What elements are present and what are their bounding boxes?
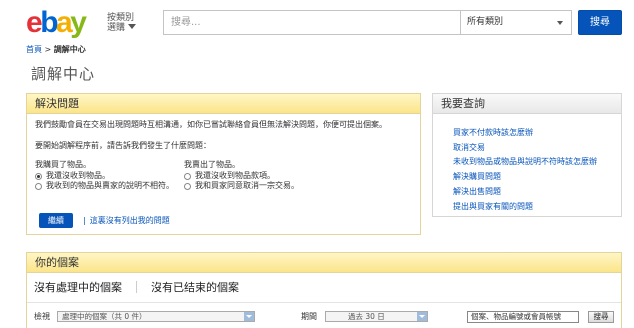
radio-option-item-not-received[interactable]: 我還沒收到物品。 [35,171,174,181]
page-title: 調解中心 [31,65,96,83]
buyer-group-title: 我購買了物品。 [35,160,91,169]
category-button-line1: 按類別 [107,13,135,23]
search-category-value: 所有類別 [467,17,504,27]
radio-option-not-as-described[interactable]: 我收到的物品與賣家的說明不相符。 [35,181,174,191]
view-label: 檢視 [34,312,50,321]
query-link-buyer-issue[interactable]: 提出與買家有關的問題 [453,200,597,215]
search-input[interactable] [163,10,460,35]
logo-letter-e: e [26,6,43,39]
view-dropdown-value: 處理中的個案（共 0 件） [62,312,147,321]
seller-group-title: 我賣出了物品。 [184,160,240,169]
tabs-underline [27,302,621,303]
problem-not-listed-link-wrap: | 這裏沒有列出我的問題 [83,215,170,226]
period-dropdown[interactable]: 過去 30 日 [325,311,428,322]
ebay-logo[interactable]: ebay [26,6,104,40]
query-link-buying-problems[interactable]: 解決購買問題 [453,170,597,185]
resolve-problem-panel: 解決問題 我們鼓勵會員在交易出現問題時互相溝通，如你已嘗試聯絡會員但無法解決問題… [26,93,421,235]
query-link-item-not-received[interactable]: 未收到物品或物品與說明不符時該怎麼辦 [453,155,597,170]
dropdown-arrow-icon [417,312,427,321]
radio-label: 我還沒收到物品。 [46,171,110,180]
query-panel-title: 我要查詢 [433,94,621,114]
search-button[interactable]: 搜尋 [578,10,622,35]
search-category-select[interactable]: 所有類別 [460,10,572,35]
query-link-cancel-transaction[interactable]: 取消交易 [453,141,597,156]
radio-label: 我還沒收到物品款項。 [195,171,275,180]
radio-label: 我和買家同意取消一宗交易。 [195,181,299,190]
view-dropdown[interactable]: 處理中的個案（共 0 件） [57,311,255,322]
dropdown-arrow-icon [244,312,254,321]
period-dropdown-value: 過去 30 日 [348,312,385,321]
resolve-intro-text: 我們鼓勵會員在交易出現問題時互相溝通，如你已嘗試聯絡會員但無法解決問題，你便可提… [35,120,387,129]
case-search-button[interactable]: 搜尋 [588,311,614,323]
link-separator: | [83,216,86,225]
radio-button[interactable] [184,182,191,190]
resolve-panel-title: 解決問題 [27,94,420,114]
period-label: 期間 [301,312,317,321]
your-cases-panel: 你的個案 沒有處理中的個案 沒有已结束的個案 檢視 處理中的個案（共 0 件） 期… [26,252,622,328]
case-search-input[interactable]: 個案、物品編號或會員帳號 [467,311,579,323]
query-link-unpaid-item[interactable]: 買家不付款時該怎麼辦 [453,126,597,141]
dropdown-caret-icon [557,21,563,25]
radio-option-cancel-transaction[interactable]: 我和買家同意取消一宗交易。 [184,181,299,191]
tab-open-cases[interactable]: 沒有處理中的個案 [34,281,122,294]
logo-letter-a: a [56,6,73,39]
logo-letter-b: b [40,6,58,39]
query-link-selling-problems[interactable]: 解決出售問題 [453,185,597,200]
query-link-list: 買家不付款時該怎麼辦 取消交易 未收到物品或物品與說明不符時該怎麼辦 解決購買問… [453,126,597,214]
seller-options-group: 我賣出了物品。 我還沒收到物品款項。 我和買家同意取消一宗交易。 [184,160,299,191]
chevron-down-icon [128,24,136,29]
radio-button[interactable] [35,182,42,190]
shop-by-category-button[interactable]: 按類別 選購 [107,13,137,33]
radio-button-selected[interactable] [35,172,42,180]
resolve-prompt-text: 要開始調解程序前，請告訴我們發生了什麼問題： [35,141,211,150]
radio-label: 我收到的物品與賣家的說明不相符。 [46,181,174,190]
breadcrumb-home[interactable]: 首頁 [26,45,42,54]
continue-button[interactable]: 繼續 [39,213,73,228]
breadcrumb-current: 調解中心 [53,45,86,54]
tab-closed-cases[interactable]: 沒有已结束的個案 [151,281,239,294]
tab-divider [136,281,137,293]
problem-not-listed-link[interactable]: 這裏沒有列出我的問題 [90,216,170,225]
help-query-panel: 我要查詢 買家不付款時該怎麼辦 取消交易 未收到物品或物品與說明不符時該怎麼辦 … [432,93,622,217]
buyer-options-group: 我購買了物品。 我還沒收到物品。 我收到的物品與賣家的說明不相符。 [35,160,174,191]
logo-letter-y: y [70,6,87,39]
cases-panel-title: 你的個案 [27,253,621,273]
radio-option-payment-not-received[interactable]: 我還沒收到物品款項。 [184,171,299,181]
breadcrumb: 首頁 > 調解中心 [26,44,86,55]
breadcrumb-separator: > [44,45,52,54]
cases-tabs: 沒有處理中的個案 沒有已结束的個案 [34,279,239,295]
radio-button[interactable] [184,172,191,180]
